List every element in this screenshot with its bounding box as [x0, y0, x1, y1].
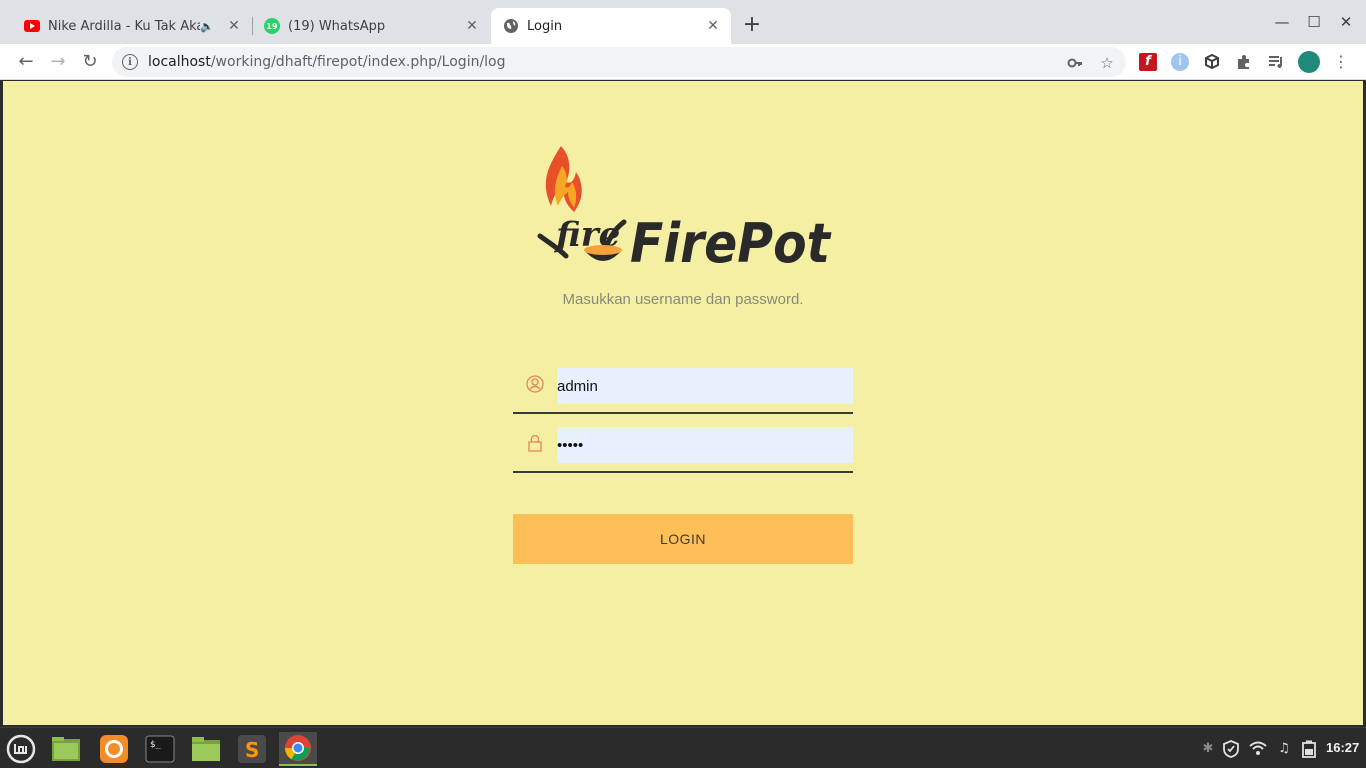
minimize-icon[interactable]: — — [1270, 10, 1294, 34]
key-icon[interactable] — [1066, 54, 1084, 72]
tab-login[interactable]: Login ✕ — [491, 8, 731, 44]
browser-toolbar: ← → ↻ i localhost/working/dhaft/firepot/… — [0, 44, 1366, 80]
clock[interactable]: 16:27 — [1326, 740, 1359, 755]
login-instructions: Masukkan username dan password. — [562, 291, 804, 308]
svg-text:$_: $_ — [150, 740, 161, 750]
login-page: fire POT FirePot Masukkan username dan p… — [3, 81, 1363, 725]
bookmark-star-icon[interactable]: ☆ — [1098, 54, 1116, 72]
password-input[interactable]: ••••• — [557, 427, 853, 463]
forward-icon[interactable]: → — [46, 50, 70, 74]
tab-youtube[interactable]: Nike Ardilla - Ku Tak Akan 🔈 ✕ — [0, 8, 252, 44]
extension-icon[interactable]: i — [1171, 53, 1189, 71]
youtube-icon — [24, 20, 40, 32]
close-tab-icon[interactable]: ✕ — [705, 18, 721, 34]
tab-title: (19) WhatsApp — [288, 18, 386, 34]
whatsapp-icon: 19 — [264, 18, 280, 34]
close-window-icon[interactable]: ✕ — [1334, 10, 1358, 34]
globe-icon — [504, 19, 518, 33]
tab-title: Login — [527, 18, 563, 34]
terminal-icon[interactable]: $_ — [143, 732, 177, 766]
sublime-icon[interactable]: S — [235, 732, 269, 766]
reload-icon[interactable]: ↻ — [78, 50, 102, 74]
user-icon — [526, 375, 544, 393]
mint-menu-icon[interactable] — [4, 732, 38, 766]
cube-extension-icon[interactable] — [1203, 53, 1221, 71]
back-icon[interactable]: ← — [14, 50, 38, 74]
tab-separator — [252, 17, 253, 35]
lock-icon — [528, 434, 542, 452]
new-tab-button[interactable]: + — [740, 14, 764, 38]
logo-mark-subtext: POT — [595, 260, 611, 268]
chrome-icon[interactable] — [279, 732, 317, 766]
site-info-icon[interactable]: i — [122, 54, 138, 70]
svg-text:S: S — [245, 738, 259, 762]
battery-icon[interactable] — [1300, 740, 1318, 758]
username-input[interactable]: admin — [557, 368, 853, 404]
tab-title: Nike Ardilla - Ku Tak Akan — [48, 18, 201, 34]
taskbar: $_ S ✱ ♫ 16:27 — [0, 727, 1366, 768]
close-tab-icon[interactable]: ✕ — [464, 18, 480, 34]
flash-extension-icon[interactable]: f — [1139, 53, 1157, 71]
firepot-logo: fire POT FirePot — [537, 146, 832, 274]
tab-strip: Nike Ardilla - Ku Tak Akan 🔈 ✕ 19 (19) W… — [0, 0, 1366, 44]
login-button[interactable]: LOGIN — [513, 514, 853, 564]
password-field: ••••• — [513, 425, 853, 473]
maximize-icon[interactable]: ☐ — [1302, 10, 1326, 34]
tab-whatsapp[interactable]: 19 (19) WhatsApp ✕ — [254, 8, 490, 44]
files-icon[interactable] — [49, 732, 83, 766]
bluetooth-icon[interactable]: ✱ — [1199, 740, 1217, 758]
username-field: admin — [513, 366, 853, 414]
profile-avatar[interactable] — [1298, 51, 1320, 73]
music-note-icon[interactable]: ♫ — [1275, 740, 1293, 758]
puzzle-extensions-icon[interactable] — [1235, 53, 1253, 71]
shield-icon[interactable] — [1222, 740, 1240, 758]
url-text[interactable]: localhost/working/dhaft/firepot/index.ph… — [148, 54, 506, 70]
address-bar[interactable]: i localhost/working/dhaft/firepot/index.… — [112, 47, 1126, 77]
speaker-icon[interactable]: 🔈 — [200, 20, 214, 33]
url-host: localhost — [148, 54, 211, 70]
wifi-icon[interactable] — [1249, 740, 1267, 758]
media-queue-icon[interactable] — [1267, 53, 1285, 71]
menu-kebab-icon[interactable]: ⋮ — [1332, 53, 1350, 71]
folder-icon[interactable] — [189, 732, 223, 766]
logo-wordmark: FirePot — [630, 212, 832, 274]
close-tab-icon[interactable]: ✕ — [226, 18, 242, 34]
firefox-icon[interactable] — [97, 732, 131, 766]
url-path: /working/dhaft/firepot/index.php/Login/l… — [210, 54, 506, 70]
